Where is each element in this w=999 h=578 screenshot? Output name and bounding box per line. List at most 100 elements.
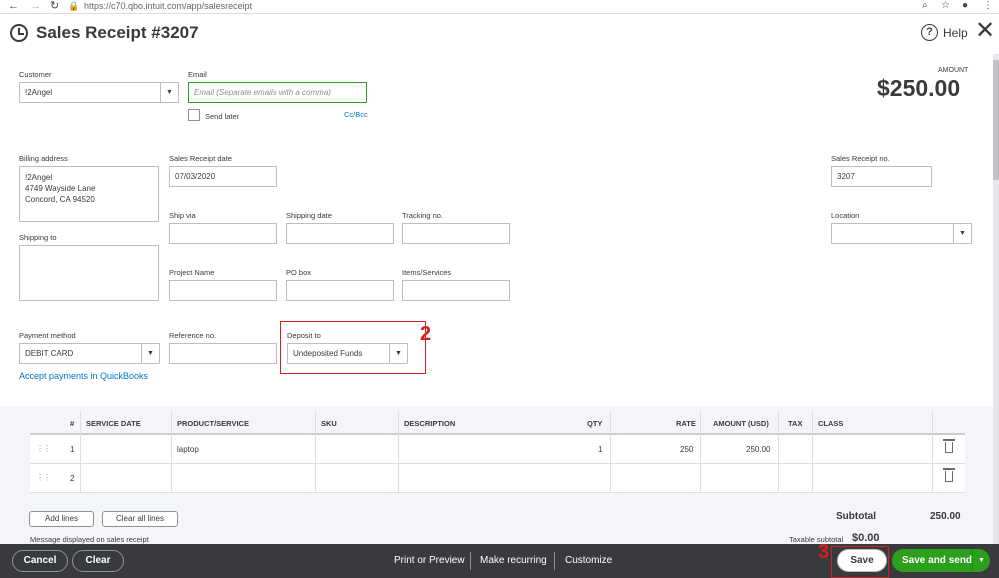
tracking-no-field[interactable] [402,223,510,244]
chevron-down-icon: ▼ [953,224,971,243]
print-preview-link[interactable]: Print or Preview [394,555,465,566]
cancel-button[interactable]: Cancel [12,550,68,572]
address-bar-url[interactable]: https://c70.qbo.intuit.com/app/salesrece… [84,1,252,11]
reference-no-field[interactable] [169,343,277,364]
customer-select[interactable]: !2Angel ▼ [19,82,179,103]
col-header-product: PRODUCT/SERVICE [177,419,249,428]
trash-icon[interactable] [943,439,955,453]
sales-receipt-date-field[interactable]: 07/03/2020 [169,166,277,187]
make-recurring-link[interactable]: Make recurring [480,555,547,566]
column-divider [610,411,611,493]
column-divider [80,411,81,493]
scrollbar-thumb[interactable] [993,60,999,180]
amount-value: $250.00 [877,75,961,101]
annotation-marker-2: 2 [420,323,432,345]
clear-button[interactable]: Clear [72,550,124,572]
shipping-date-field[interactable] [286,223,394,244]
save-and-send-button[interactable]: Save and send ▼ [892,549,990,572]
menu-kebab-icon[interactable]: ⋮ [983,0,993,11]
billing-address-field[interactable]: !2Angel 4749 Wayside Lane Concord, CA 94… [19,166,159,222]
trash-icon[interactable] [943,468,955,482]
sales-receipt-no-label: Sales Receipt no. [831,154,890,163]
accept-payments-link[interactable]: Accept payments in QuickBooks [19,371,148,381]
ship-via-field[interactable] [169,223,277,244]
billing-address-line: 4749 Wayside Lane [25,184,96,193]
col-header-number: # [70,419,75,428]
customize-link[interactable]: Customize [565,555,612,566]
location-label: Location [831,211,860,220]
taxable-subtotal-value: $0.00 [852,532,880,544]
payment-method-select[interactable]: DEBIT CARD ▼ [19,343,160,364]
customer-label: Customer [19,70,52,79]
chevron-down-icon: ▼ [389,344,407,363]
column-divider [398,411,399,493]
column-divider [171,411,172,493]
message-label: Message displayed on sales receipt [30,535,149,544]
cell-product[interactable]: laptop [177,445,199,454]
send-later-checkbox[interactable] [188,109,200,121]
sales-receipt-date-label: Sales Receipt date [169,154,232,163]
recent-transactions-icon[interactable] [10,24,28,42]
lock-icon: 🔒 [68,1,80,11]
profile-icon[interactable]: ● [962,0,968,11]
deposit-to-value: Undeposited Funds [293,349,363,358]
column-divider [315,411,316,493]
forward-arrow-icon[interactable]: → [30,0,41,12]
help-label[interactable]: Help [943,26,968,40]
sales-receipt-date-value: 07/03/2020 [175,172,216,181]
email-placeholder: Email (Separate emails with a comma) [194,88,331,97]
po-box-field[interactable] [286,280,394,301]
bookmark-star-icon[interactable]: ☆ [941,0,950,11]
shipping-to-field[interactable] [19,245,159,301]
col-header-service-date: SERVICE DATE [86,419,141,428]
amount-label: AMOUNT [938,67,969,74]
cell-qty[interactable]: 1 [598,445,602,454]
add-lines-button[interactable]: Add lines [29,511,94,527]
back-arrow-icon[interactable]: ← [8,0,19,12]
items-services-field[interactable] [402,280,510,301]
chevron-down-icon: ▼ [141,344,159,363]
email-field[interactable]: Email (Separate emails with a comma) [188,82,367,103]
col-header-qty: QTY [587,419,603,428]
location-select[interactable]: ▼ [831,223,972,244]
payment-method-label: Payment method [19,331,76,340]
drag-handle-icon[interactable]: ⋮⋮ [36,473,51,482]
zoom-icon[interactable]: ⌕ [922,0,928,11]
chevron-down-icon[interactable]: ▼ [972,549,990,572]
shipping-date-label: Shipping date [286,211,332,220]
shipping-to-label: Shipping to [19,233,57,242]
save-and-send-label: Save and send [902,555,973,566]
billing-address-line: !2Angel [25,173,53,182]
billing-address-line: Concord, CA 94520 [25,195,95,204]
browser-toolbar: ← → ↻ 🔒 https://c70.qbo.intuit.com/app/s… [0,0,999,14]
column-divider [932,411,933,493]
reload-icon[interactable]: ↻ [50,0,59,12]
col-header-class: CLASS [818,419,844,428]
customer-value: !2Angel [25,88,53,97]
col-header-description: DESCRIPTION [404,419,456,428]
cc-bcc-link[interactable]: Cc/Bcc [344,110,368,119]
close-icon[interactable]: ✕ [975,19,995,43]
cell-rate[interactable]: 250 [680,445,693,454]
email-label: Email [188,70,207,79]
taxable-subtotal-label: Taxable subtotal [789,535,844,544]
chevron-down-icon: ▼ [160,83,178,102]
page-title: Sales Receipt #3207 [36,23,199,42]
sales-receipt-no-field[interactable]: 3207 [831,166,932,187]
ship-via-label: Ship via [169,211,196,220]
help-icon[interactable]: ? [921,24,938,41]
subtotal-value: 250.00 [930,511,961,522]
col-header-amount: AMOUNT (USD) [713,419,769,428]
footer-divider [554,552,555,570]
send-later-label: Send later [205,112,240,121]
reference-no-label: Reference no. [169,331,217,340]
po-box-label: PO box [286,268,312,277]
payment-method-value: DEBIT CARD [25,349,74,358]
cell-amount[interactable]: 250.00 [746,445,770,454]
deposit-to-select[interactable]: Undeposited Funds ▼ [287,343,408,364]
save-button[interactable]: Save [837,549,887,572]
drag-handle-icon[interactable]: ⋮⋮ [36,444,51,453]
clear-all-lines-button[interactable]: Clear all lines [102,511,178,527]
deposit-to-label: Deposit to [287,331,321,340]
project-name-field[interactable] [169,280,277,301]
